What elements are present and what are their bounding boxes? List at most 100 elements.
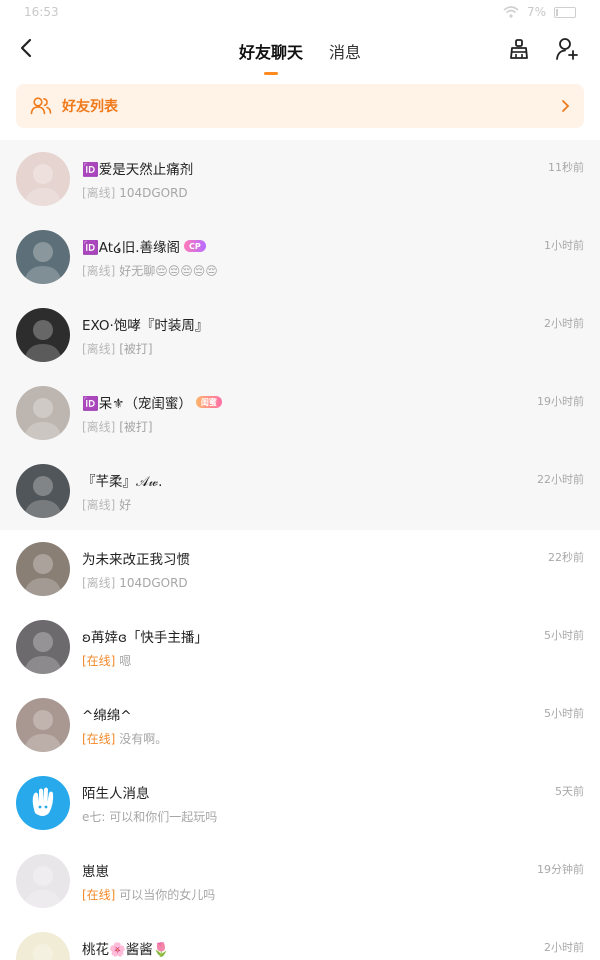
chat-name: ^绵绵^ <box>82 704 584 724</box>
chat-list-item[interactable]: 崽崽 [在线] 可以当你的女儿吗 19分钟前 <box>0 842 600 920</box>
chat-last-message: e七: 可以和你们一起玩吗 <box>82 808 584 824</box>
chevron-right-icon <box>562 100 570 112</box>
friend-list-label: 好友列表 <box>62 99 118 115</box>
chat-text-block: 为未来改正我习惯 [离线] 104DGORD <box>82 548 584 590</box>
message-text: 104DGORD <box>119 576 188 590</box>
chat-list-item[interactable]: ^绵绵^ [在线] 没有啊。 5小时前 <box>0 686 600 764</box>
clean-button[interactable] <box>506 36 532 62</box>
message-text: 104DGORD <box>119 186 188 200</box>
chat-time: 19小时前 <box>537 395 584 408</box>
chat-list-item[interactable]: 🆔At໒旧.善缘阁 CP [离线] 好无聊😔😔😔😔😔 1小时前 <box>0 218 600 296</box>
avatar[interactable] <box>16 152 70 206</box>
chat-last-message: [在线] 没有啊。 <box>82 730 584 746</box>
avatar[interactable] <box>16 230 70 284</box>
relation-badge: CP <box>184 240 206 252</box>
add-user-icon <box>556 38 578 60</box>
chat-name-text: EXO·饱哮『时装周』 <box>82 318 209 334</box>
chat-name-text: 桃花🌸酱酱🌷 <box>82 942 170 958</box>
chat-last-message: [离线] [被打] <box>82 418 584 434</box>
chat-text-block: 🆔爱是天然止痛剂 [离线] 104DGORD <box>82 158 584 200</box>
chat-name-text: ʚ苒婞ɞ「快手主播」 <box>82 630 208 646</box>
chat-name-text: ^绵绵^ <box>82 708 132 724</box>
message-text: 好无聊😔😔😔😔😔 <box>119 264 218 278</box>
chat-list-item[interactable]: EXO·饱哮『时装周』 [离线] [被打] 2小时前 <box>0 296 600 374</box>
chat-text-block: ^绵绵^ [在线] 没有啊。 <box>82 704 584 746</box>
chat-name: 🆔爱是天然止痛剂 <box>82 158 584 178</box>
chat-name-text: 为未来改正我习惯 <box>82 552 190 568</box>
chat-list: 🆔爱是天然止痛剂 [离线] 104DGORD 11秒前 🆔At໒旧.善缘阁 CP [离线]… <box>0 140 600 960</box>
chat-list-item[interactable]: 🆔爱是天然止痛剂 [离线] 104DGORD 11秒前 <box>0 140 600 218</box>
chat-text-block: 『芊柔』𝒜𝓌. [离线] 好 <box>82 470 584 512</box>
chat-list-item[interactable]: 『芊柔』𝒜𝓌. [离线] 好 22小时前 <box>0 452 600 530</box>
chat-name-text: 『芊柔』𝒜𝓌. <box>82 474 163 490</box>
chat-time: 5小时前 <box>544 629 584 642</box>
chat-time: 5天前 <box>555 785 584 798</box>
add-friend-button[interactable] <box>554 36 580 62</box>
stranger-message-icon[interactable] <box>16 776 70 830</box>
message-text: 可以当你的女儿吗 <box>119 888 216 902</box>
online-status: [离线] <box>82 420 116 434</box>
battery-level: 7% <box>526 5 546 19</box>
wifi-icon <box>503 6 519 18</box>
avatar[interactable] <box>16 698 70 752</box>
online-status: [在线] <box>82 888 116 902</box>
status-bar: 16:53 7% <box>0 0 600 24</box>
chat-time: 2小时前 <box>544 941 584 954</box>
message-text: [被打] <box>119 420 153 434</box>
broom-icon <box>510 39 528 59</box>
tab-friend-chat[interactable]: 好友聊天 <box>239 37 303 63</box>
chat-time: 19分钟前 <box>537 863 584 876</box>
chat-last-message: [在线] 嗯 <box>82 652 584 668</box>
chat-text-block: EXO·饱哮『时装周』 [离线] [被打] <box>82 314 584 356</box>
avatar[interactable] <box>16 308 70 362</box>
message-text: 好 <box>119 498 132 512</box>
chat-last-message: [离线] 好 <box>82 496 584 512</box>
chat-last-message: [在线] 可以当你的女儿吗 <box>82 886 584 902</box>
avatar[interactable] <box>16 464 70 518</box>
avatar[interactable] <box>16 620 70 674</box>
avatar[interactable] <box>16 386 70 440</box>
chat-list-item[interactable]: ʚ苒婞ɞ「快手主播」 [在线] 嗯 5小时前 <box>0 608 600 686</box>
chat-name-text: 陌生人消息 <box>82 786 150 802</box>
chat-name: 陌生人消息 <box>82 782 584 802</box>
chat-name: 🆔呆⚜（宠闺蜜） 闺蜜 <box>82 392 584 412</box>
message-text: [被打] <box>119 342 153 356</box>
chat-text-block: 陌生人消息 e七: 可以和你们一起玩吗 <box>82 782 584 824</box>
users-icon <box>30 97 52 115</box>
online-status: [离线] <box>82 342 116 356</box>
chat-last-message: [离线] 104DGORD <box>82 184 584 200</box>
chat-list-item[interactable]: 陌生人消息 e七: 可以和你们一起玩吗 5天前 <box>0 764 600 842</box>
chat-text-block: ʚ苒婞ɞ「快手主播」 [在线] 嗯 <box>82 626 584 668</box>
online-status: [离线] <box>82 186 116 200</box>
chat-name-text: 🆔At໒旧.善缘阁 <box>82 240 181 256</box>
chat-last-message: [离线] [被打] <box>82 340 584 356</box>
chat-name: 🆔At໒旧.善缘阁 CP <box>82 236 584 256</box>
avatar[interactable] <box>16 932 70 960</box>
chat-name-text: 崽崽 <box>82 864 109 880</box>
message-text: 嗯 <box>119 654 132 668</box>
avatar[interactable] <box>16 854 70 908</box>
avatar[interactable] <box>16 542 70 596</box>
chat-time: 2小时前 <box>544 317 584 330</box>
chat-name: 为未来改正我习惯 <box>82 548 584 568</box>
chat-list-item[interactable]: 为未来改正我习惯 [离线] 104DGORD 22秒前 <box>0 530 600 608</box>
online-status: [离线] <box>82 498 116 512</box>
chat-time: 11秒前 <box>548 161 584 174</box>
chat-name: 『芊柔』𝒜𝓌. <box>82 470 584 490</box>
chat-text-block: 崽崽 [在线] 可以当你的女儿吗 <box>82 860 584 902</box>
status-icons: 7% <box>503 5 576 19</box>
battery-icon <box>554 6 576 18</box>
online-status: [离线] <box>82 264 116 278</box>
friend-list-banner[interactable]: 好友列表 <box>16 84 584 128</box>
chat-list-item[interactable]: 桃花🌸酱酱🌷 2小时前 <box>0 920 600 960</box>
status-time: 16:53 <box>24 5 59 19</box>
chat-name: 崽崽 <box>82 860 584 880</box>
online-status: [离线] <box>82 576 116 590</box>
header: 好友聊天 消息 <box>0 24 600 76</box>
message-text: e七: 可以和你们一起玩吗 <box>82 810 218 824</box>
tab-messages[interactable]: 消息 <box>329 37 361 63</box>
chat-last-message: [离线] 104DGORD <box>82 574 584 590</box>
chat-list-item[interactable]: 🆔呆⚜（宠闺蜜） 闺蜜 [离线] [被打] 19小时前 <box>0 374 600 452</box>
chat-time: 22小时前 <box>537 473 584 486</box>
relation-badge: 闺蜜 <box>195 396 222 408</box>
